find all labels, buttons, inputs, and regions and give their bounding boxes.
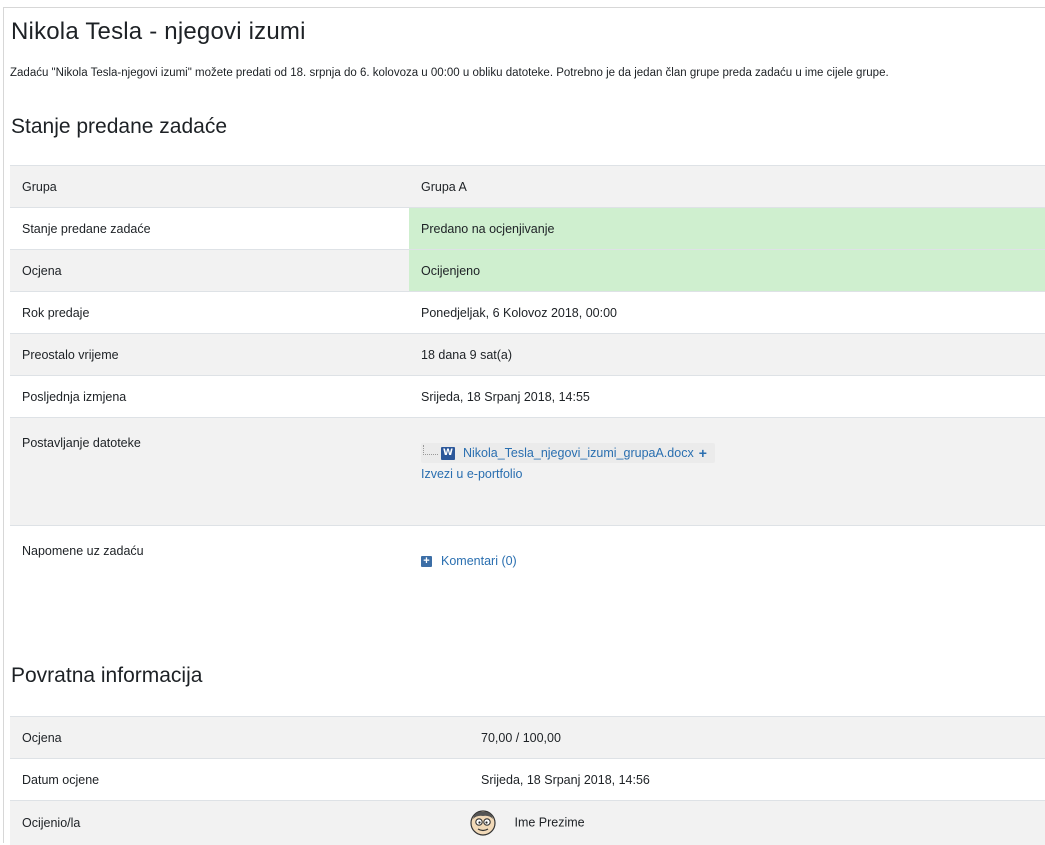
table-row-submission-comments: Napomene uz zadaću + Komentari (0) [10, 526, 1045, 635]
table-row-last-modified: Posljednja izmjena Srijeda, 18 Srpanj 20… [10, 376, 1045, 418]
row-label: Datum ocjene [10, 759, 469, 801]
file-submissions-cell: W Nikola_Tesla_njegovi_izumi_grupaA.docx… [409, 418, 1045, 526]
grader-name: Ime Prezime [514, 815, 584, 829]
submission-status-heading: Stanje predane zadaće [11, 115, 227, 139]
row-value: Grupa A [409, 166, 1045, 208]
table-row-time-remaining: Preostalo vrijeme 18 dana 9 sat(a) [10, 334, 1045, 376]
file-item: W Nikola_Tesla_njegovi_izumi_grupaA.docx… [421, 443, 715, 463]
table-row-graded-on: Datum ocjene Srijeda, 18 Srpanj 2018, 14… [10, 759, 1045, 801]
file-link[interactable]: Nikola_Tesla_njegovi_izumi_grupaA.docx [463, 446, 694, 460]
feedback-heading: Povratna informacija [11, 664, 202, 688]
grading-status-value: Ocijenjeno [409, 250, 1045, 292]
table-row-due-date: Rok predaje Ponedjeljak, 6 Kolovoz 2018,… [10, 292, 1045, 334]
row-value: Srijeda, 18 Srpanj 2018, 14:55 [409, 376, 1045, 418]
row-label: Stanje predane zadaće [10, 208, 409, 250]
row-label: Grupa [10, 166, 409, 208]
assignment-intro: Zadaću "Nikola Tesla-njegovi izumi" može… [10, 67, 889, 79]
row-label: Ocjena [10, 250, 409, 292]
row-value: 70,00 / 100,00 [469, 717, 1045, 759]
table-row-file-submissions: Postavljanje datoteke W Nikola_Tesla_nje… [10, 418, 1045, 526]
feedback-table: Ocjena 70,00 / 100,00 Datum ocjene Srije… [10, 716, 1045, 845]
export-portfolio-link[interactable]: Izvezi u e-portfolio [421, 467, 1045, 481]
table-row-graded-by: Ocijenio/la Ime Prezime [10, 801, 1045, 845]
submission-status-table: Grupa Grupa A Stanje predane zadaće Pred… [10, 165, 1045, 634]
row-label: Posljednja izmjena [10, 376, 409, 418]
table-row-group: Grupa Grupa A [10, 166, 1045, 208]
tree-connector [423, 445, 438, 455]
row-label: Ocijenio/la [10, 801, 469, 845]
plus-square-icon[interactable]: + [421, 556, 432, 567]
row-label: Preostalo vrijeme [10, 334, 409, 376]
grader-cell: Ime Prezime [469, 801, 1045, 845]
table-row-grading-status: Ocjena Ocijenjeno [10, 250, 1045, 292]
row-label: Napomene uz zadaću [10, 526, 409, 635]
row-label: Rok predaje [10, 292, 409, 334]
submission-status-value: Predano na ocjenjivanje [409, 208, 1045, 250]
table-row-grade: Ocjena 70,00 / 100,00 [10, 717, 1045, 759]
row-value: 18 dana 9 sat(a) [409, 334, 1045, 376]
row-label: Ocjena [10, 717, 469, 759]
word-doc-icon: W [441, 447, 455, 460]
avatar [469, 809, 497, 837]
table-row-submission-status: Stanje predane zadaće Predano na ocjenji… [10, 208, 1045, 250]
plus-icon[interactable]: + [699, 445, 707, 461]
submission-comments-cell: + Komentari (0) [409, 526, 1045, 635]
row-value: Srijeda, 18 Srpanj 2018, 14:56 [469, 759, 1045, 801]
comments-link[interactable]: Komentari (0) [441, 554, 517, 568]
page-title: Nikola Tesla - njegovi izumi [11, 18, 306, 46]
row-label: Postavljanje datoteke [10, 418, 409, 526]
row-value: Ponedjeljak, 6 Kolovoz 2018, 00:00 [409, 292, 1045, 334]
